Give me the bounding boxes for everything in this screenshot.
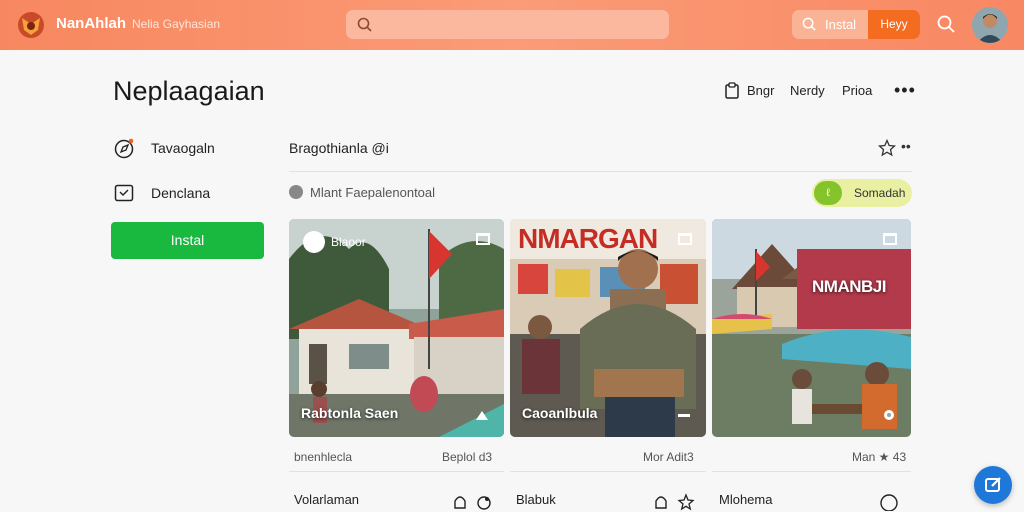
user-avatar-icon: [972, 7, 1008, 43]
card-footer-title[interactable]: Mlohema: [719, 492, 772, 507]
toggle-switch[interactable]: ℓ Somadah: [812, 179, 912, 207]
divider: [289, 471, 504, 472]
compass-icon: [114, 138, 134, 159]
page-title: Neplaagaian: [113, 76, 265, 106]
bell-icon[interactable]: [653, 493, 669, 511]
settings-icon[interactable]: [881, 407, 897, 423]
more-options-icon[interactable]: •••: [894, 80, 916, 101]
star-icon[interactable]: [878, 139, 896, 157]
brand-logo-icon[interactable]: [16, 10, 46, 40]
card-banner-text: NMANBJI: [812, 277, 886, 296]
avatar[interactable]: [972, 7, 1008, 43]
clipboard-icon[interactable]: [725, 82, 739, 99]
card-chip-label: Blaoor: [331, 235, 366, 249]
compose-button[interactable]: [974, 466, 1012, 504]
share-icon[interactable]: [474, 407, 490, 423]
card-photo-market: [712, 219, 911, 437]
photo-card-1[interactable]: Blaoor Rabtonla Saen: [289, 219, 504, 437]
expand-icon[interactable]: [476, 233, 490, 245]
minus-icon[interactable]: [676, 407, 692, 423]
photo-card-3[interactable]: NMANBJI: [712, 219, 911, 437]
card-meta-left: bnenhlecla: [294, 450, 353, 464]
expand-icon[interactable]: [678, 233, 692, 245]
location-icon: [289, 185, 303, 199]
comment-icon[interactable]: [877, 493, 901, 511]
card-footer-title[interactable]: Blabuk: [516, 492, 556, 507]
card-caption: Caoanlbula: [522, 405, 598, 421]
install-pill-label: Instal: [825, 17, 857, 32]
toggle-knob-icon: ℓ: [814, 181, 842, 205]
divider: [510, 471, 706, 472]
star-icon[interactable]: [677, 493, 695, 511]
toggle-label: Somadah: [854, 186, 906, 200]
edit-icon: [985, 477, 1001, 492]
clock-icon: [303, 231, 325, 253]
section-more-icon[interactable]: ••: [901, 138, 911, 154]
share-icon[interactable]: [476, 493, 492, 511]
top-bar: NanAhlah Nelia Gayhasian Instal Heyy: [0, 0, 1024, 50]
card-meta-right: Beplol d3: [442, 450, 493, 464]
section-title: Bragothianla @i: [289, 140, 389, 156]
divider: [289, 171, 912, 172]
header-link-prioa[interactable]: Prioa: [842, 83, 872, 98]
card-banner-text: NMARGAN: [518, 223, 658, 254]
sidebar-item-label: Tavaogaln: [151, 140, 215, 156]
card-meta-right: Man ★ 43: [852, 450, 907, 464]
install-pill[interactable]: Instal Heyy: [792, 10, 920, 39]
card-caption: Rabtonla Saen: [301, 405, 399, 421]
install-button[interactable]: Instal: [111, 222, 264, 259]
expand-icon[interactable]: [883, 233, 897, 245]
search-input[interactable]: [346, 10, 669, 39]
header-link-bngr[interactable]: Bngr: [747, 83, 774, 98]
section-subtitle: Mlant Faepalenontoal: [310, 185, 436, 200]
search-icon: [802, 17, 816, 31]
photo-card-2[interactable]: NMARGAN Caoanlbula: [510, 219, 706, 437]
card-meta-right: Mor Adit3: [643, 450, 694, 464]
search-icon: [357, 17, 372, 32]
brand-subtitle: Nelia Gayhasian: [132, 17, 221, 31]
search-icon[interactable]: [936, 14, 956, 34]
bell-icon[interactable]: [452, 493, 468, 511]
happy-button[interactable]: Heyy: [868, 10, 920, 39]
brand-name: NanAhlah: [56, 15, 127, 32]
divider: [712, 471, 911, 472]
header-link-nerdy[interactable]: Nerdy: [790, 83, 825, 98]
sidebar-item-label: Denclana: [151, 185, 211, 201]
card-footer-title[interactable]: Volarlaman: [294, 492, 359, 507]
inbox-icon: [114, 184, 134, 202]
